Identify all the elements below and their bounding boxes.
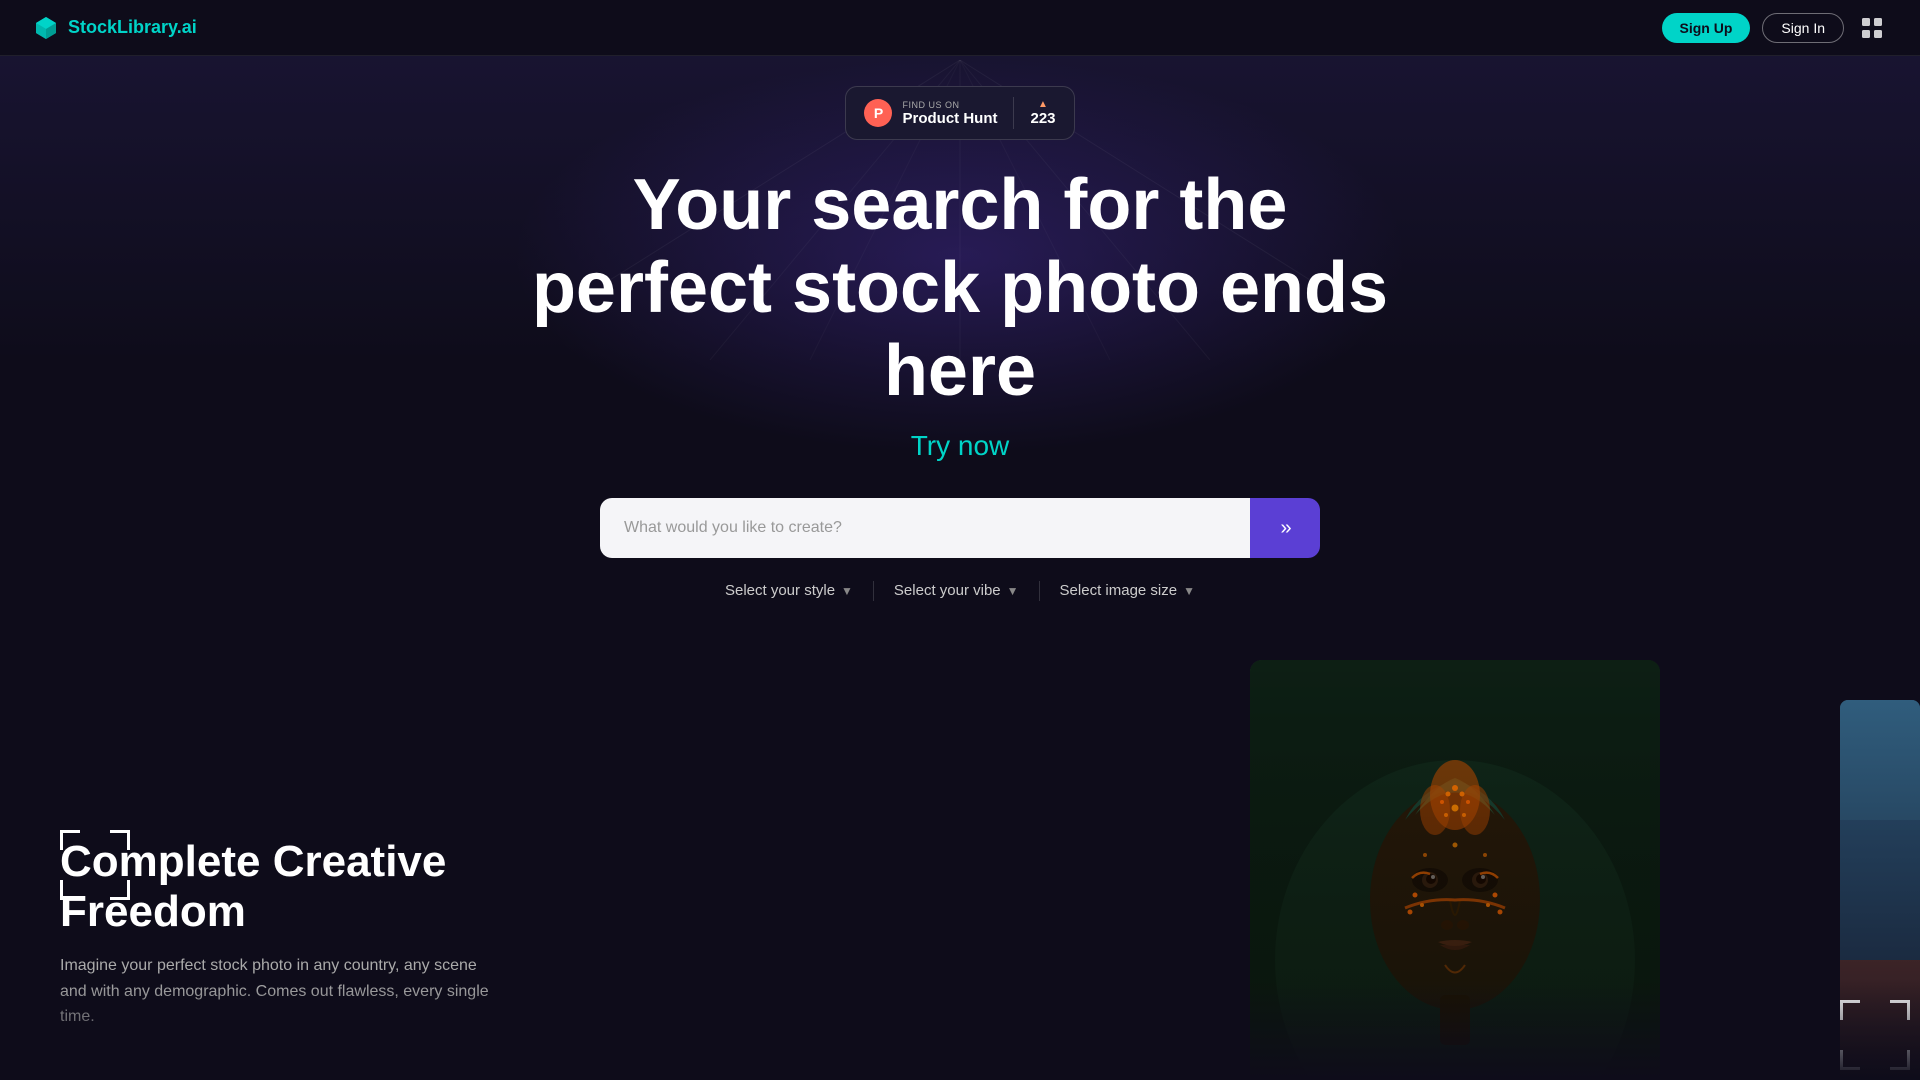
corner-bracket-bl-br (1840, 1050, 1860, 1070)
product-hunt-icon: P (864, 99, 892, 127)
product-hunt-badge[interactable]: P FIND US ON Product Hunt ▲ 223 (845, 86, 1074, 140)
bottom-section: Complete Creative Freedom Imagine your p… (0, 660, 1920, 1080)
logo-icon (32, 14, 60, 42)
corner-bracket-br-br (1890, 1050, 1910, 1070)
face-svg (1250, 660, 1660, 1080)
product-hunt-text: FIND US ON Product Hunt (902, 100, 997, 127)
corner-marks-bottomright (1840, 1000, 1910, 1070)
chevron-down-icon: ▼ (1007, 584, 1019, 598)
corner-bracket-tr-br (1890, 1000, 1910, 1020)
corner-marks-topleft (60, 830, 130, 900)
filter-row: Select your style ▼ Select your vibe ▼ S… (713, 576, 1207, 605)
hero-section: P FIND US ON Product Hunt ▲ 223 Your sea… (0, 0, 1920, 605)
badge-divider (1013, 97, 1014, 129)
section-description: Imagine your perfect stock photo in any … (60, 953, 500, 1030)
filter-separator (873, 581, 874, 601)
style-dropdown[interactable]: Select your style ▼ (713, 576, 865, 605)
navbar: StockLibrary.ai Sign Up Sign In (0, 0, 1920, 56)
logo-text: StockLibrary.ai (68, 17, 197, 38)
chevron-down-icon: ▼ (841, 584, 853, 598)
search-arrow-icon: » (1280, 517, 1289, 540)
signup-button[interactable]: Sign Up (1662, 13, 1751, 43)
search-container: » (600, 498, 1320, 558)
section-title: Complete Creative Freedom (60, 837, 640, 937)
grid-icon[interactable] (1856, 12, 1888, 44)
corner-bracket-br (110, 880, 130, 900)
showcase-main-image (1250, 660, 1660, 1080)
corner-bracket-bl (60, 880, 80, 900)
corner-bracket-tl-br (1840, 1000, 1860, 1020)
signin-button[interactable]: Sign In (1762, 13, 1844, 43)
hero-cta-text[interactable]: Try now (911, 430, 1010, 462)
search-input[interactable] (600, 498, 1250, 558)
image-showcase (1220, 660, 1920, 1080)
nav-actions: Sign Up Sign In (1662, 12, 1888, 44)
hero-title: Your search for the perfect stock photo … (510, 164, 1410, 412)
product-hunt-score: ▲ 223 (1030, 99, 1055, 127)
corner-bracket-tr (110, 830, 130, 850)
logo[interactable]: StockLibrary.ai (32, 14, 197, 42)
search-button[interactable]: » (1250, 498, 1320, 558)
corner-bracket-tl (60, 830, 80, 850)
face-artwork (1250, 660, 1660, 1080)
chevron-down-icon: ▼ (1183, 584, 1195, 598)
vibe-dropdown[interactable]: Select your vibe ▼ (882, 576, 1031, 605)
filter-separator-2 (1039, 581, 1040, 601)
size-dropdown[interactable]: Select image size ▼ (1048, 576, 1207, 605)
